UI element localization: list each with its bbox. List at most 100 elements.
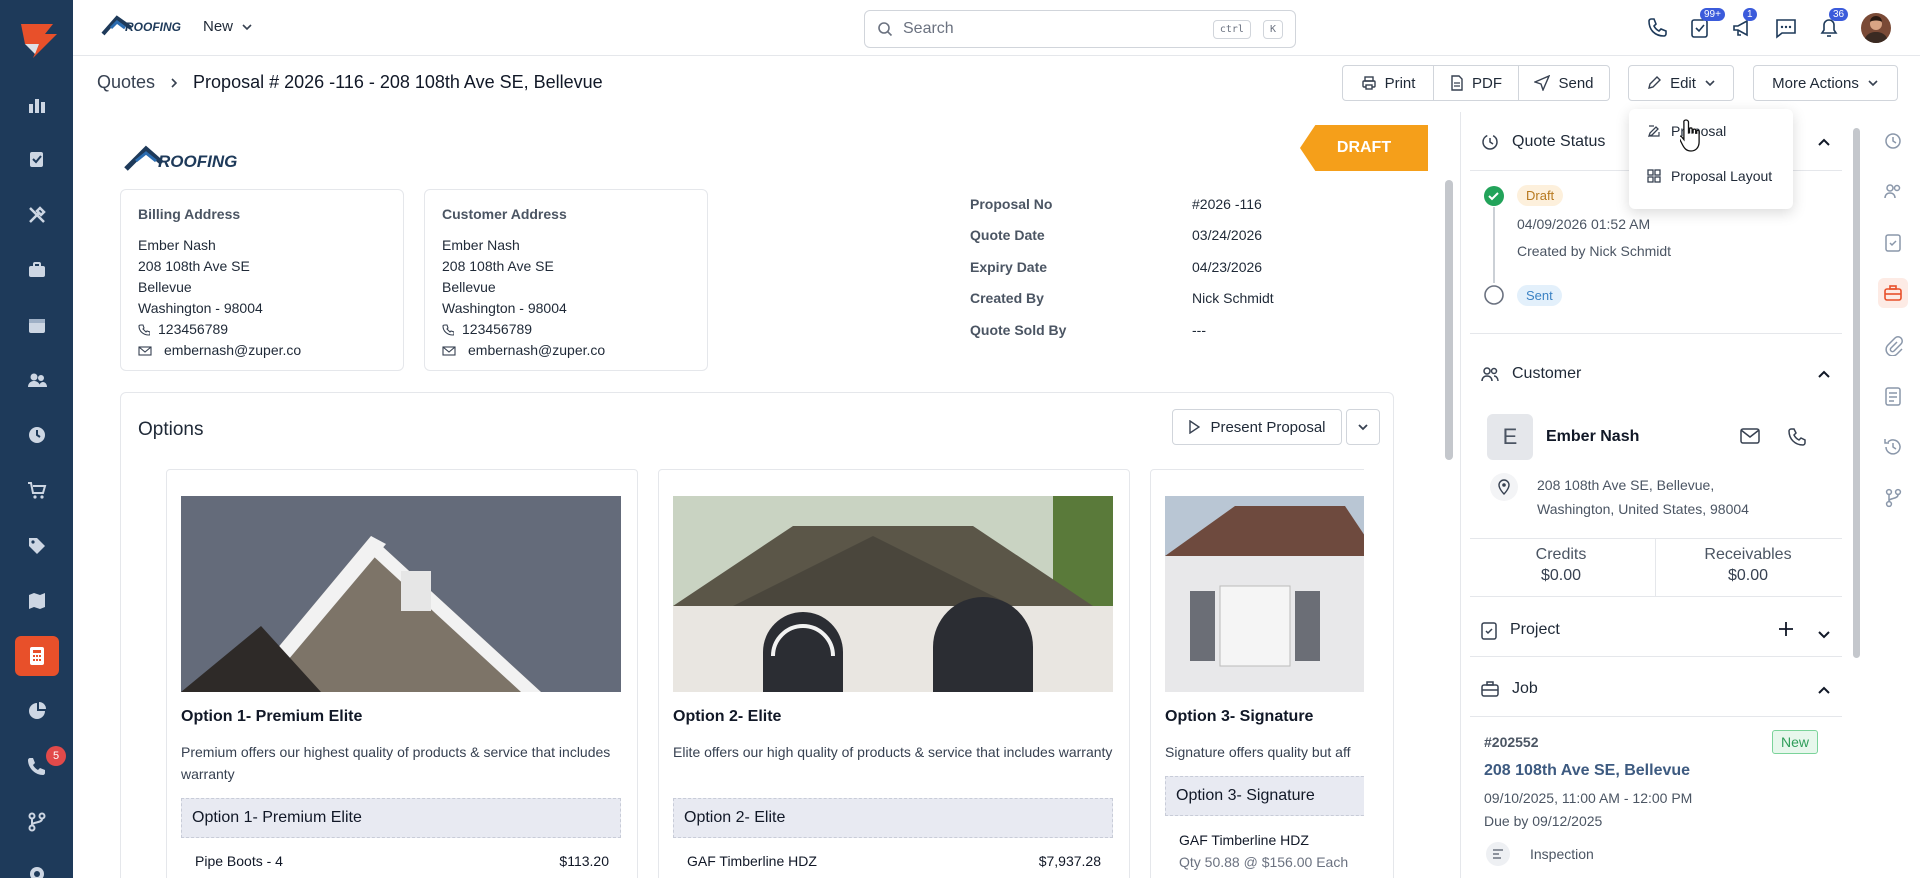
panel-scrollbar[interactable] bbox=[1853, 128, 1860, 658]
tasks-icon[interactable]: 99+ bbox=[1686, 8, 1725, 42]
billing-address-card: Billing Address Ember Nash 208 108th Ave… bbox=[120, 189, 404, 371]
mail-icon bbox=[138, 345, 152, 356]
reports-icon[interactable] bbox=[0, 83, 73, 127]
job-status-badge: New bbox=[1772, 730, 1819, 754]
branch-icon[interactable] bbox=[1878, 483, 1908, 513]
top-bar: ROOFING New Search ctrl K 99+ 1 36 bbox=[73, 0, 1920, 56]
chevron-right-icon bbox=[171, 77, 178, 88]
play-icon bbox=[1189, 420, 1201, 434]
more-actions-button[interactable]: More Actions bbox=[1753, 65, 1898, 101]
calendar-icon[interactable] bbox=[0, 303, 73, 347]
option-card[interactable]: Option 1- Premium Elite Premium offers o… bbox=[166, 469, 638, 878]
timeline bbox=[1484, 186, 1504, 305]
meta-row: Proposal No #2026 -116 bbox=[970, 188, 1274, 220]
mail-icon[interactable] bbox=[1740, 428, 1760, 444]
job-address-link[interactable]: 208 108th Ave SE, Bellevue bbox=[1484, 762, 1690, 780]
customer-panel-name[interactable]: Ember Nash bbox=[1546, 428, 1639, 446]
options-carousel[interactable]: Option 1- Premium Elite Premium offers o… bbox=[166, 469, 1364, 878]
phone-icon[interactable] bbox=[1787, 427, 1807, 447]
users-icon[interactable] bbox=[0, 358, 73, 402]
billing-email: embernash@zuper.co bbox=[164, 342, 302, 358]
chevron-up-icon[interactable] bbox=[1816, 684, 1832, 696]
search-placeholder: Search bbox=[903, 20, 954, 37]
chevron-down-icon bbox=[1868, 80, 1878, 87]
pdf-button[interactable]: PDF bbox=[1433, 65, 1519, 101]
cart-icon[interactable] bbox=[0, 468, 73, 512]
meta-key: Quote Date bbox=[970, 227, 1045, 244]
chevron-up-icon[interactable] bbox=[1816, 136, 1832, 148]
document-logo-text: ROOFING bbox=[158, 152, 238, 171]
customer-header[interactable]: Customer bbox=[1480, 364, 1581, 384]
history-icon[interactable] bbox=[1878, 432, 1908, 462]
pie-chart-icon[interactable] bbox=[0, 689, 73, 733]
briefcase-icon bbox=[1481, 681, 1499, 697]
job-briefcase-icon[interactable] bbox=[1878, 278, 1908, 308]
quotes-icon[interactable] bbox=[0, 634, 73, 678]
page-title: Proposal # 2026 -116 - 208 108th Ave SE,… bbox=[193, 72, 603, 92]
job-header[interactable]: Job bbox=[1480, 680, 1538, 698]
option-card[interactable]: Option 3- Signature Signature offers qua… bbox=[1150, 469, 1364, 878]
present-proposal-button[interactable]: Present Proposal bbox=[1172, 409, 1342, 445]
breadcrumb-root[interactable]: Quotes bbox=[97, 72, 155, 93]
map-icon[interactable] bbox=[0, 579, 73, 623]
people-icon[interactable] bbox=[1878, 176, 1908, 206]
option-section-header: Option 3- Signature bbox=[1165, 776, 1364, 816]
app-logo-icon[interactable] bbox=[17, 20, 57, 60]
edit-label: Edit bbox=[1670, 74, 1696, 92]
meta-row: Created By Nick Schmidt bbox=[970, 283, 1274, 315]
announcement-icon[interactable]: 1 bbox=[1729, 8, 1757, 42]
billing-phone: 123456789 bbox=[158, 321, 229, 337]
billing-street: 208 108th Ave SE bbox=[138, 258, 250, 274]
add-project-icon[interactable] bbox=[1778, 621, 1794, 637]
phone-chat-icon[interactable]: 5 bbox=[0, 744, 73, 788]
send-button[interactable]: Send bbox=[1518, 65, 1610, 101]
tag-icon[interactable] bbox=[0, 524, 73, 568]
printer-icon bbox=[1361, 76, 1376, 90]
option-image bbox=[673, 496, 1113, 692]
attachment-icon[interactable] bbox=[1878, 330, 1908, 360]
document-scrollbar[interactable] bbox=[1445, 180, 1453, 460]
bell-icon[interactable]: 36 bbox=[1815, 8, 1849, 42]
chevron-up-icon[interactable] bbox=[1816, 368, 1832, 380]
print-button[interactable]: Print bbox=[1342, 65, 1434, 101]
divider bbox=[1470, 538, 1842, 539]
workflow-icon[interactable] bbox=[0, 800, 73, 844]
job-due: Due by 09/12/2025 bbox=[1484, 813, 1603, 829]
notes-icon[interactable] bbox=[1878, 381, 1908, 411]
project-header[interactable]: Project bbox=[1480, 620, 1560, 640]
pdf-label: PDF bbox=[1472, 74, 1502, 92]
option-card[interactable]: Option 2- Elite Elite offers our high qu… bbox=[658, 469, 1130, 878]
briefcase-icon[interactable] bbox=[0, 248, 73, 292]
sent-pill: Sent bbox=[1517, 285, 1562, 306]
customer-panel-title: Customer bbox=[1512, 365, 1582, 382]
chevron-down-icon bbox=[1705, 80, 1715, 87]
print-label: Print bbox=[1384, 74, 1416, 92]
customer-phone: 123456789 bbox=[462, 321, 533, 337]
chevron-down-icon[interactable] bbox=[1816, 629, 1832, 641]
clock-icon[interactable] bbox=[0, 413, 73, 457]
call-icon[interactable] bbox=[1643, 14, 1671, 42]
checklist-icon[interactable] bbox=[1878, 227, 1908, 257]
billing-name: Ember Nash bbox=[138, 237, 216, 253]
jobs-icon[interactable] bbox=[0, 137, 73, 181]
chat-icon[interactable] bbox=[1772, 14, 1800, 42]
line-item-price: $113.20 bbox=[559, 853, 609, 869]
timer-icon[interactable] bbox=[1878, 125, 1908, 155]
mail-icon bbox=[442, 345, 456, 356]
new-menu-button[interactable]: New bbox=[203, 18, 253, 35]
present-dropdown-button[interactable] bbox=[1346, 409, 1380, 445]
settings-icon[interactable] bbox=[0, 852, 73, 878]
tools-icon[interactable] bbox=[0, 193, 73, 237]
meta-key: Created By bbox=[970, 290, 1044, 307]
line-item-name: Pipe Boots - 4 bbox=[195, 853, 283, 869]
line-item: GAF Timberline HDZ bbox=[1179, 832, 1364, 848]
edit-button[interactable]: Edit bbox=[1628, 65, 1734, 101]
menu-item-proposal-layout[interactable]: Proposal Layout bbox=[1647, 168, 1772, 184]
search-input[interactable]: Search ctrl K bbox=[864, 10, 1296, 48]
quote-status-header[interactable]: Quote Status bbox=[1480, 132, 1605, 152]
user-avatar[interactable] bbox=[1861, 13, 1891, 43]
send-label: Send bbox=[1558, 74, 1594, 92]
customer-address-line1: 208 108th Ave SE, Bellevue, bbox=[1537, 477, 1715, 493]
meta-value: --- bbox=[1192, 321, 1206, 338]
billing-city: Bellevue bbox=[138, 279, 192, 295]
